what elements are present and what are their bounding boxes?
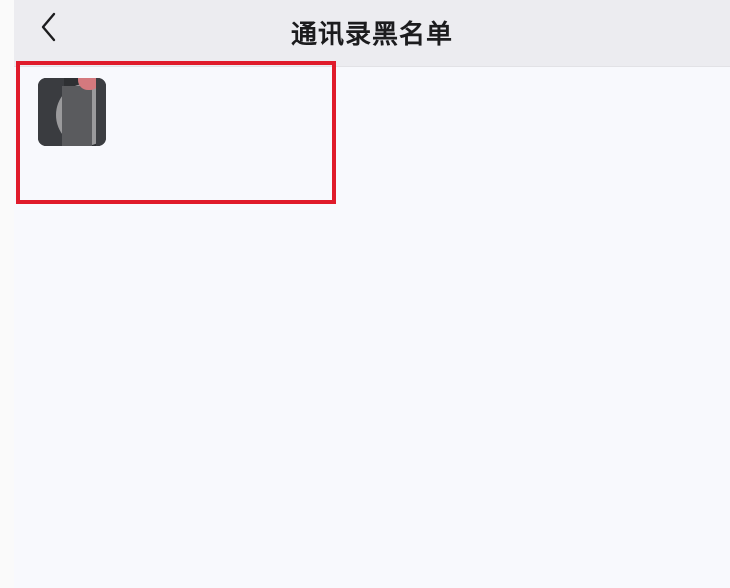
highlight-annotation-box — [16, 61, 336, 204]
navigation-bar: 通讯录黑名单 — [14, 0, 730, 67]
blacklist-content — [14, 61, 730, 588]
left-gutter — [0, 0, 14, 588]
blacklist-screen: 通讯录黑名单 — [0, 0, 730, 588]
page-title: 通讯录黑名单 — [290, 20, 453, 50]
